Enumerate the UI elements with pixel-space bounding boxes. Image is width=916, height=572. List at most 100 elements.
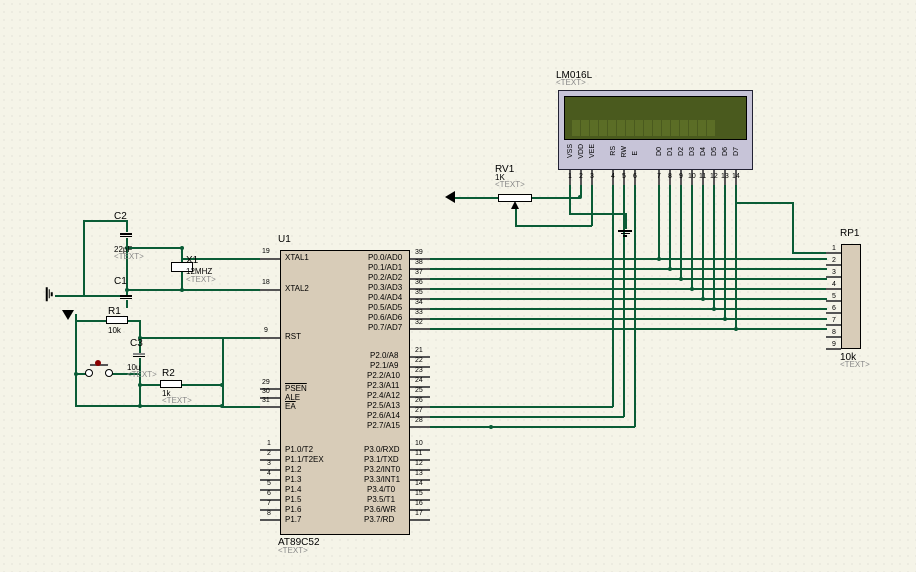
lcd-pin: D3	[689, 147, 696, 156]
pin-name: P2.6/A14	[367, 412, 400, 420]
lcd-pinnum: 11	[699, 173, 706, 180]
ground-symbol	[618, 229, 632, 238]
pin-num: 38	[415, 259, 423, 266]
lcd-pinnum: 12	[710, 173, 718, 180]
pin-name: P2.3/A11	[367, 382, 399, 390]
cap-c1[interactable]	[120, 294, 132, 300]
pin-num: 33	[415, 309, 423, 316]
pin-num: 14	[415, 480, 423, 487]
lcd-pin: VDD	[578, 144, 585, 159]
pin-name: ALE	[285, 394, 300, 402]
pin-num: 18	[262, 279, 270, 286]
pin-num: 39	[415, 249, 423, 256]
lcd-pinnum: 5	[622, 173, 626, 180]
pin-num: 29	[262, 379, 270, 386]
pin-name: EA	[285, 403, 296, 411]
pin-num: 15	[415, 490, 423, 497]
pin-name: P3.2/INT0	[364, 466, 400, 474]
pin-num: 13	[415, 470, 423, 477]
rp-pinnum: 5	[832, 293, 836, 300]
lcd-pin: RW	[621, 146, 628, 158]
pin-name: P2.4/A12	[367, 392, 400, 400]
pin-name: P3.3/INT1	[364, 476, 400, 484]
pin-num: 2	[267, 450, 271, 457]
pin-num: 22	[415, 357, 423, 364]
lcd-pin: D5	[711, 147, 718, 156]
pin-num: 21	[415, 347, 423, 354]
r2-ref: R2	[162, 368, 175, 379]
pin-num: 1	[267, 440, 271, 447]
rp-pinnum: 1	[832, 245, 836, 252]
pin-num: 16	[415, 500, 423, 507]
schematic-canvas: U1 AT89C52 <TEXT> 19 XTAL1 18 XTAL2 9 RS…	[0, 0, 916, 572]
lcd-pinnum: 10	[688, 173, 696, 180]
pin-num: 26	[415, 397, 423, 404]
lcd-pin: D2	[678, 147, 685, 156]
pin-num: 8	[267, 510, 271, 517]
rp-pinnum: 3	[832, 269, 836, 276]
c1-ref: C1	[114, 276, 127, 287]
pin-name: P0.0/AD0	[368, 254, 402, 262]
lcd-pin: D1	[667, 147, 674, 156]
pin-num: 24	[415, 377, 423, 384]
pin-name: P1.2	[285, 466, 301, 474]
power-terminal	[445, 191, 455, 203]
pin-name: P1.4	[285, 486, 301, 494]
lcd-pin: E	[632, 151, 639, 156]
x1-ref: X1	[186, 255, 198, 266]
pin-num: 35	[415, 289, 423, 296]
lcd-pinnum: 2	[579, 173, 583, 180]
pin-num: 12	[415, 460, 423, 467]
ground-symbol	[45, 287, 54, 301]
rp-ref: RP1	[840, 228, 859, 239]
cap-c2[interactable]	[120, 232, 132, 238]
rp-tag: <TEXT>	[840, 361, 870, 370]
rp-pinnum: 6	[832, 305, 836, 312]
pin-name: XTAL1	[285, 254, 309, 262]
res-r2[interactable]	[160, 380, 182, 388]
lcd-pinnum: 8	[668, 173, 672, 180]
rv1-wiper	[511, 201, 519, 209]
pin-num: 5	[267, 480, 271, 487]
lcd-pin: D0	[656, 147, 663, 156]
pin-num: 37	[415, 269, 423, 276]
rp-pinnum: 9	[832, 341, 836, 348]
pin-name: P0.5/AD5	[368, 304, 402, 312]
pin-num: 34	[415, 299, 423, 306]
pin-name: P1.1/T2EX	[285, 456, 324, 464]
lcd-pinnum: 6	[633, 173, 637, 180]
rp1[interactable]	[841, 244, 861, 349]
lcd-pin: RS	[610, 146, 617, 156]
push-button[interactable]	[105, 369, 113, 377]
rp-pinnum: 8	[832, 329, 836, 336]
pin-name: P0.7/AD7	[368, 324, 402, 332]
pin-name: P2.2/A10	[367, 372, 400, 380]
push-button[interactable]	[85, 369, 93, 377]
pin-name: P1.5	[285, 496, 301, 504]
res-r1[interactable]	[106, 316, 128, 324]
pin-num: 23	[415, 367, 423, 374]
pin-name: P1.3	[285, 476, 301, 484]
pin-num: 17	[415, 510, 423, 517]
pin-num: 32	[415, 319, 423, 326]
pin-name: P3.4/T0	[367, 486, 395, 494]
pin-name: P3.6/WR	[364, 506, 396, 514]
pin-num: 31	[262, 397, 270, 404]
rv-tag: <TEXT>	[495, 181, 525, 190]
cap-c3[interactable]	[133, 352, 145, 358]
lcd-tag: <TEXT>	[556, 79, 586, 88]
lcd-pinnum: 4	[611, 173, 615, 180]
lcd-pin: VEE	[589, 144, 596, 158]
pin-name: P1.6	[285, 506, 301, 514]
rp-pinnum: 2	[832, 257, 836, 264]
pin-num: 4	[267, 470, 271, 477]
pin-name: P2.7/A15	[367, 422, 400, 430]
pin-name: P0.3/AD3	[368, 284, 402, 292]
pin-num: 25	[415, 387, 423, 394]
c3-ref: C3	[130, 338, 143, 349]
pin-name: P2.0/A8	[370, 352, 398, 360]
pin-name: P0.2/AD2	[368, 274, 402, 282]
pin-num: 27	[415, 407, 423, 414]
lcd-pinnum: 7	[657, 173, 661, 180]
pin-name: P3.1/TXD	[364, 456, 399, 464]
